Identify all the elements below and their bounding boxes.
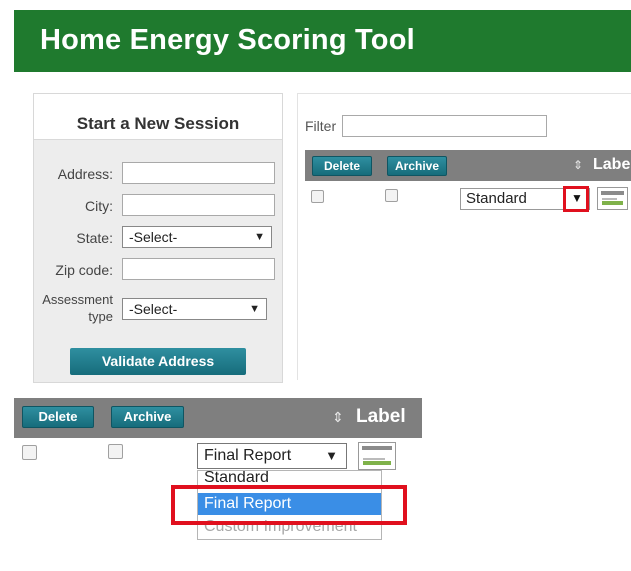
- label-select-expanded[interactable]: Final Report ▼: [197, 443, 347, 469]
- label-select-value: Final Report: [204, 447, 292, 464]
- state-select-value: -Select-: [129, 229, 178, 245]
- city-label: City:: [85, 198, 113, 214]
- list-toolbar: Delete Archive ⇕ Labe: [305, 150, 631, 181]
- report-icon[interactable]: [597, 187, 628, 210]
- list-toolbar-zoomed: Delete Archive ⇕ Label: [14, 398, 422, 438]
- assessment-type-label: Assessment type: [42, 292, 113, 324]
- city-input[interactable]: [122, 194, 275, 216]
- sort-icon[interactable]: ⇕: [573, 158, 583, 172]
- row-select-checkbox[interactable]: [311, 190, 324, 203]
- app-title: Home Energy Scoring Tool: [40, 24, 415, 56]
- delete-button[interactable]: Delete: [312, 156, 372, 176]
- chevron-down-icon: ▼: [249, 303, 260, 315]
- address-input[interactable]: [122, 162, 275, 184]
- report-icon[interactable]: [358, 442, 396, 470]
- dropdown-highlight[interactable]: ▼: [563, 186, 589, 212]
- assessment-type-select[interactable]: -Select- ▼: [122, 298, 267, 320]
- row-archive-checkbox[interactable]: [108, 444, 123, 459]
- session-panel-header: Start a New Session: [34, 94, 282, 140]
- filter-input[interactable]: [342, 115, 547, 137]
- label-column-header[interactable]: Label: [356, 406, 406, 428]
- assessment-type-value: -Select-: [129, 301, 178, 317]
- label-column-header[interactable]: Labe: [593, 156, 630, 174]
- chevron-down-icon: ▼: [571, 191, 583, 205]
- archive-button[interactable]: Archive: [111, 406, 184, 428]
- session-panel-title: Start a New Session: [76, 114, 240, 133]
- address-label: Address:: [57, 166, 113, 182]
- zip-input[interactable]: [122, 258, 275, 280]
- chevron-down-icon: ▼: [325, 448, 338, 463]
- delete-button[interactable]: Delete: [22, 406, 94, 428]
- validate-address-button[interactable]: Validate Address: [70, 348, 246, 375]
- selection-highlight-box: [171, 485, 407, 525]
- state-select[interactable]: -Select- ▼: [122, 226, 272, 248]
- row-archive-checkbox[interactable]: [385, 189, 398, 202]
- sort-icon[interactable]: ⇕: [332, 409, 344, 426]
- row-select-checkbox[interactable]: [22, 445, 37, 460]
- state-label: State:: [76, 230, 113, 246]
- zip-label: Zip code:: [55, 262, 113, 278]
- filter-label: Filter: [305, 118, 337, 134]
- archive-button[interactable]: Archive: [387, 156, 447, 176]
- label-select-value: Standard: [466, 190, 527, 207]
- chevron-down-icon: ▼: [254, 231, 265, 243]
- app-header: Home Energy Scoring Tool: [14, 10, 631, 72]
